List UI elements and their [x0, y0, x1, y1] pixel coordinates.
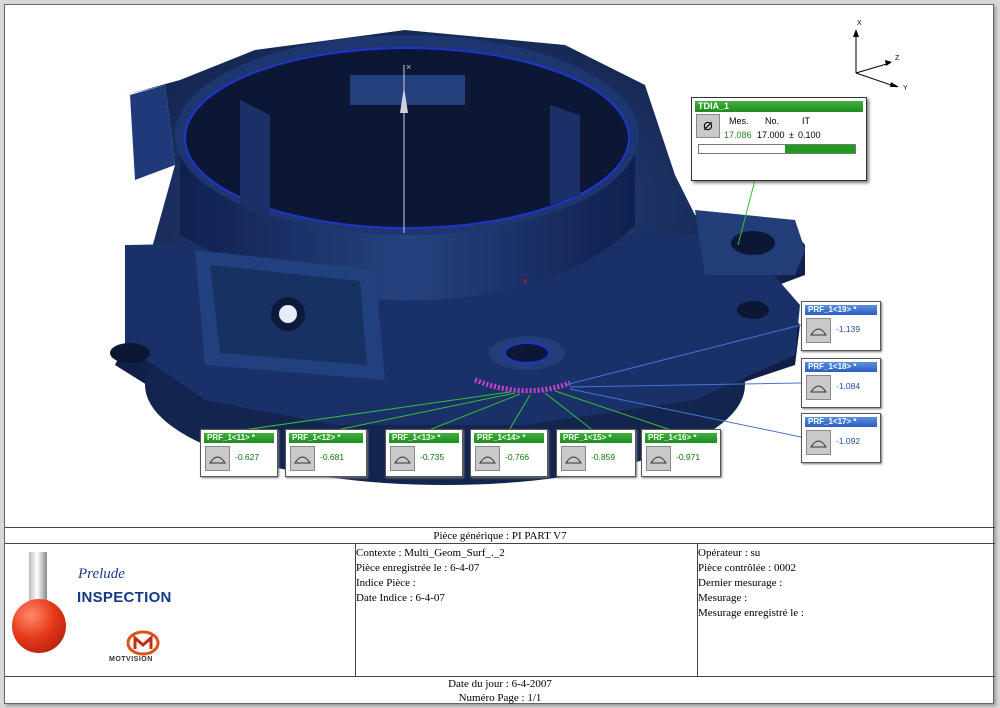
- profile-callout-12[interactable]: PRF_1<12> * -0.681: [285, 429, 367, 477]
- profile-arc-icon: [806, 318, 831, 343]
- profile-title: PRF_1<14> *: [474, 433, 544, 443]
- motvision-logo-icon: [126, 630, 160, 656]
- profile-value: -1.139: [836, 324, 861, 334]
- profile-callout-13[interactable]: PRF_1<13> * -0.735: [385, 429, 463, 477]
- profile-value: -1.084: [836, 381, 861, 391]
- report-sheet: × + X Z Y TDIA_1 ⌀ Mes. No. IT 17.086 17…: [4, 4, 995, 705]
- generic-part-title: Pièce générique : PI PART V7: [5, 528, 995, 544]
- operator-line: Opérateur : su: [698, 547, 761, 559]
- brand-company: MOTVISION: [109, 656, 153, 663]
- axis-z-label: Z: [895, 55, 900, 62]
- svg-text:×: ×: [406, 62, 411, 72]
- profile-arc-icon: [806, 430, 831, 455]
- brand-prelude: Prelude: [78, 566, 125, 582]
- right-boss-hole: [737, 301, 769, 319]
- profile-title: PRF_1<15> *: [560, 433, 632, 443]
- report-footer: Pièce générique : PI PART V7 Prelude INS…: [5, 527, 995, 705]
- tdia-gauge-fill: [784, 145, 855, 153]
- tdia-title: TDIA_1: [695, 101, 863, 112]
- context-cell: Contexte : Multi_Geom_Surf_._2 Pièce enr…: [356, 544, 698, 676]
- checked-part-line: Pièce contrôlée : 0002: [698, 562, 797, 574]
- page-line: Numéro Page : 1/1: [458, 692, 542, 704]
- measure-saved-line: Mesurage enregistré le :: [698, 607, 804, 619]
- profile-arc-icon: [205, 446, 230, 471]
- index-date-line: Date Indice : 6-4-07: [356, 592, 445, 604]
- front-hole-through: [279, 305, 297, 323]
- profile-value: -0.627: [235, 452, 260, 462]
- svg-text:+: +: [522, 277, 528, 288]
- profile-title: PRF_1<16> *: [645, 433, 717, 443]
- profile-callout-18[interactable]: PRF_1<18> * -1.084: [801, 358, 881, 408]
- profile-callout-11[interactable]: PRF_1<11> * -0.627: [200, 429, 278, 477]
- probe-ball-icon: [12, 599, 66, 653]
- profile-title: PRF_1<19> *: [805, 305, 877, 315]
- profile-value: -0.971: [676, 452, 701, 462]
- part-index-line: Indice Pièce :: [356, 577, 416, 589]
- date-line: Date du jour : 6-4-2007: [448, 678, 552, 690]
- date-page-cell: Date du jour : 6-4-2007 Numéro Page : 1/…: [5, 676, 995, 706]
- tdia-gauge: [698, 144, 856, 154]
- logo-cell: Prelude INSPECTION MOTVISION: [5, 544, 356, 676]
- profile-title: PRF_1<11> *: [204, 433, 274, 443]
- profile-value: -0.859: [591, 452, 616, 462]
- profile-arc-icon: [390, 446, 415, 471]
- measure-line: Mesurage :: [698, 592, 748, 604]
- tdia-header-no: No.: [765, 116, 780, 126]
- profile-title: PRF_1<17> *: [805, 417, 877, 427]
- profile-value: -0.766: [505, 452, 530, 462]
- profile-callout-16[interactable]: PRF_1<16> * -0.971: [641, 429, 721, 477]
- profile-callout-17[interactable]: PRF_1<17> * -1.092: [801, 413, 881, 463]
- tdia-measured: 17.086: [724, 130, 752, 140]
- profile-arc-icon: [475, 446, 500, 471]
- profile-arc-icon: [290, 446, 315, 471]
- axis-y-label: Y: [903, 85, 908, 92]
- right-lug-hole: [731, 231, 775, 255]
- diameter-icon: ⌀: [696, 114, 720, 138]
- profile-title: PRF_1<12> *: [289, 433, 363, 443]
- profile-title: PRF_1<13> *: [389, 433, 459, 443]
- 3d-view[interactable]: × + X Z Y TDIA_1 ⌀ Mes. No. IT 17.086 17…: [5, 5, 995, 527]
- profile-callout-15[interactable]: PRF_1<15> * -0.859: [556, 429, 636, 477]
- tdia-nominal: 17.000: [757, 130, 785, 140]
- probe-stem-icon: [29, 552, 47, 604]
- tdia-callout[interactable]: TDIA_1 ⌀ Mes. No. IT 17.086 17.000 ± 0.1…: [691, 97, 867, 181]
- boss-ring: [504, 342, 550, 364]
- profile-title: PRF_1<18> *: [805, 362, 877, 372]
- profile-value: -0.735: [420, 452, 445, 462]
- profile-arc-icon: [646, 446, 671, 471]
- tdia-header-mes: Mes.: [729, 116, 749, 126]
- brand-inspection: INSPECTION: [77, 589, 172, 606]
- tdia-header-it: IT: [802, 116, 810, 126]
- inner-rib-left: [240, 100, 270, 220]
- profile-value: -1.092: [836, 436, 861, 446]
- tdia-pm: ±: [789, 130, 794, 140]
- profile-arc-icon: [806, 375, 831, 400]
- profile-arc-icon: [561, 446, 586, 471]
- context-line: Contexte : Multi_Geom_Surf_._2: [356, 547, 505, 559]
- inner-block: [350, 75, 465, 105]
- inner-rib-right: [550, 105, 580, 205]
- operator-cell: Opérateur : su Pièce contrôlée : 0002 De…: [698, 544, 995, 676]
- tdia-tolerance: 0.100: [798, 130, 821, 140]
- last-measure-line: Dernier mesurage :: [698, 577, 783, 589]
- profile-callout-19[interactable]: PRF_1<19> * -1.139: [801, 301, 881, 351]
- left-boss-hole: [110, 343, 150, 363]
- axis-x-label: X: [857, 20, 862, 27]
- registered-line: Pièce enregistrée le : 6-4-07: [356, 562, 480, 574]
- axis-triad: [855, 31, 898, 88]
- profile-callout-14[interactable]: PRF_1<14> * -0.766: [470, 429, 548, 477]
- profile-value: -0.681: [320, 452, 345, 462]
